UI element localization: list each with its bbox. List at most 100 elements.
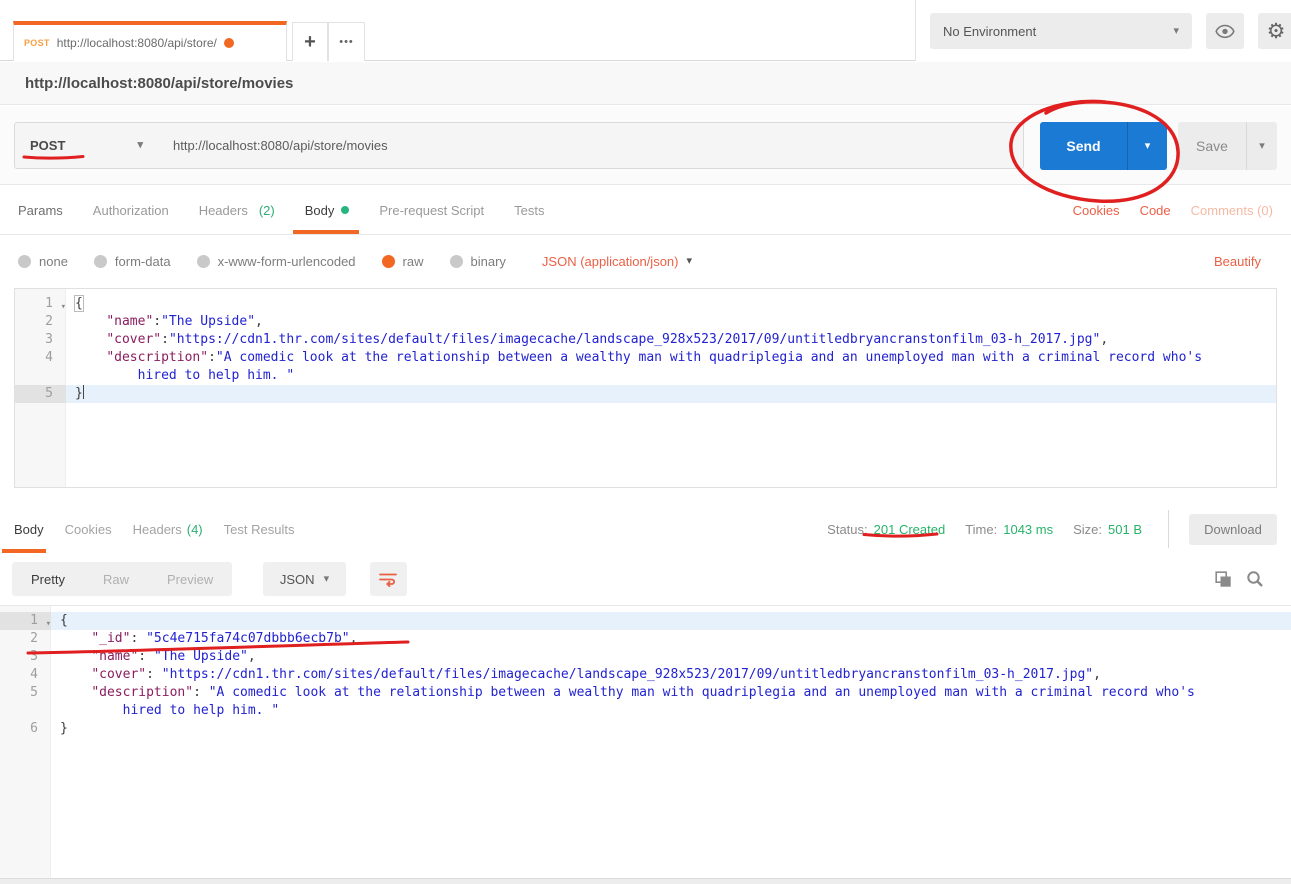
code-line: 2 "name":"The Upside", <box>15 313 1276 331</box>
response-tab-cookies[interactable]: Cookies <box>65 505 112 553</box>
code-link[interactable]: Code <box>1140 203 1171 218</box>
text-cursor <box>83 385 84 399</box>
search-icon <box>1246 570 1264 588</box>
status-label: Status: <box>827 522 867 537</box>
status-value: 201 Created <box>874 522 946 537</box>
chevron-down-icon: ▾ <box>686 256 692 267</box>
tab-params[interactable]: Params <box>18 186 63 234</box>
tab-url-label: http://localhost:8080/api/store/ <box>57 36 217 50</box>
request-links: Cookies Code Comments (0) <box>1073 203 1273 218</box>
headers-count-badge: (2) <box>259 203 275 218</box>
send-button-group: Send ▾ <box>1040 122 1167 170</box>
divider <box>1168 510 1169 548</box>
tab-method-label: POST <box>24 38 50 48</box>
chevron-down-icon: ▾ <box>1259 141 1265 152</box>
chevron-down-icon: ▾ <box>1173 26 1179 37</box>
chevron-down-icon: ▾ <box>1145 141 1151 152</box>
save-options-button[interactable]: ▾ <box>1246 122 1277 170</box>
settings-button[interactable]: ⚙ <box>1258 13 1291 49</box>
request-body-editor[interactable]: 1▾ { 2 "name":"The Upside", 3 "cover":"h… <box>14 288 1277 488</box>
time-label: Time: <box>965 522 997 537</box>
url-input[interactable]: http://localhost:8080/api/store/movies <box>158 122 1024 169</box>
code-line: 2 "_id": "5c4e715fa74c07dbbb6ecb7b", <box>0 630 1291 648</box>
code-line: 1▾ { <box>15 295 1276 313</box>
word-wrap-icon <box>379 572 398 587</box>
gear-icon: ⚙ <box>1267 19 1286 44</box>
code-line-active: 5 } <box>15 385 1276 403</box>
body-mode-row: none form-data x-www-form-urlencoded raw… <box>0 236 1291 286</box>
mode-raw[interactable]: raw <box>382 254 424 269</box>
send-button[interactable]: Send <box>1040 122 1127 170</box>
radio-icon <box>197 255 210 268</box>
tab-tests[interactable]: Tests <box>514 186 544 234</box>
method-select-value: POST <box>30 138 65 153</box>
environment-area: No Environment ▾ ⚙ <box>915 0 1291 61</box>
response-view-switch: Pretty Raw Preview <box>12 562 232 596</box>
response-tab-body[interactable]: Body <box>14 505 44 553</box>
cookies-link[interactable]: Cookies <box>1073 203 1120 218</box>
view-pretty[interactable]: Pretty <box>12 572 84 587</box>
word-wrap-button[interactable] <box>370 562 407 596</box>
environment-select[interactable]: No Environment ▾ <box>930 13 1192 49</box>
size-label: Size: <box>1073 522 1102 537</box>
save-button[interactable]: Save <box>1178 122 1246 170</box>
request-title-row: http://localhost:8080/api/store/movies <box>0 62 1291 105</box>
chevron-down-icon: ▾ <box>137 140 143 151</box>
radio-icon <box>450 255 463 268</box>
request-title: http://localhost:8080/api/store/movies <box>25 75 293 92</box>
code-line: 3 "name": "The Upside", <box>0 648 1291 666</box>
top-bar: POST http://localhost:8080/api/store/ + … <box>0 0 1291 61</box>
environment-quicklook-button[interactable] <box>1206 13 1244 49</box>
mode-form-data[interactable]: form-data <box>94 254 171 269</box>
url-input-value: http://localhost:8080/api/store/movies <box>173 138 388 153</box>
code-line: 4 "cover": "https://cdn1.thr.com/sites/d… <box>0 666 1291 684</box>
response-headers-count-badge: (4) <box>187 522 203 537</box>
new-tab-button[interactable]: + <box>292 22 328 61</box>
response-format-select[interactable]: JSON ▾ <box>263 562 346 596</box>
request-tab[interactable]: POST http://localhost:8080/api/store/ <box>13 21 287 61</box>
time-value: 1043 ms <box>1003 522 1053 537</box>
bottom-strip <box>0 878 1291 884</box>
send-options-button[interactable]: ▾ <box>1127 122 1167 170</box>
code-line-active: 1▾ { <box>0 612 1291 630</box>
tab-authorization[interactable]: Authorization <box>93 186 169 234</box>
tab-body[interactable]: Body <box>305 186 350 234</box>
response-body-editor[interactable]: 1▾ { 2 "_id": "5c4e715fa74c07dbbb6ecb7b"… <box>0 605 1291 878</box>
response-tab-test-results[interactable]: Test Results <box>224 505 295 553</box>
download-button[interactable]: Download <box>1189 514 1277 545</box>
request-tabs: Params Authorization Headers(2) Body Pre… <box>0 186 1291 235</box>
code-line: 5 "description": "A comedic look at the … <box>0 684 1291 720</box>
response-meta: Status: 201 Created Time: 1043 ms Size: 501… <box>827 505 1277 553</box>
mode-x-www-form-urlencoded[interactable]: x-www-form-urlencoded <box>197 254 356 269</box>
radio-icon <box>94 255 107 268</box>
radio-selected-icon <box>382 255 395 268</box>
save-button-group: Save ▾ <box>1178 122 1277 170</box>
more-tabs-button[interactable]: ••• <box>328 22 365 61</box>
copy-response-button[interactable] <box>1210 566 1236 592</box>
response-tab-headers[interactable]: Headers(4) <box>133 505 203 553</box>
eye-icon <box>1215 24 1235 39</box>
beautify-link[interactable]: Beautify <box>1214 254 1261 269</box>
mode-binary[interactable]: binary <box>450 254 506 269</box>
tab-headers[interactable]: Headers(2) <box>199 186 275 234</box>
body-populated-dot-icon <box>341 206 349 214</box>
radio-icon <box>18 255 31 268</box>
view-raw[interactable]: Raw <box>84 572 148 587</box>
copy-icon <box>1215 571 1232 588</box>
chevron-down-icon: ▾ <box>324 574 330 585</box>
mode-none[interactable]: none <box>18 254 68 269</box>
code-line: 6 } <box>0 720 1291 738</box>
request-builder: POST ▾ http://localhost:8080/api/store/m… <box>0 106 1291 185</box>
tab-pre-request-script[interactable]: Pre-request Script <box>379 186 484 234</box>
unsaved-dot-icon <box>224 38 234 48</box>
view-preview[interactable]: Preview <box>148 572 232 587</box>
search-response-button[interactable] <box>1242 566 1268 592</box>
response-toolbar: Pretty Raw Preview JSON ▾ <box>0 553 1291 605</box>
size-value: 501 B <box>1108 522 1142 537</box>
environment-select-value: No Environment <box>943 24 1036 39</box>
code-line: 3 "cover":"https://cdn1.thr.com/sites/de… <box>15 331 1276 349</box>
comments-link[interactable]: Comments (0) <box>1191 203 1273 218</box>
content-type-select[interactable]: JSON (application/json) ▾ <box>542 254 692 269</box>
method-select[interactable]: POST ▾ <box>14 122 159 169</box>
code-line: 4 "description":"A comedic look at the r… <box>15 349 1276 385</box>
